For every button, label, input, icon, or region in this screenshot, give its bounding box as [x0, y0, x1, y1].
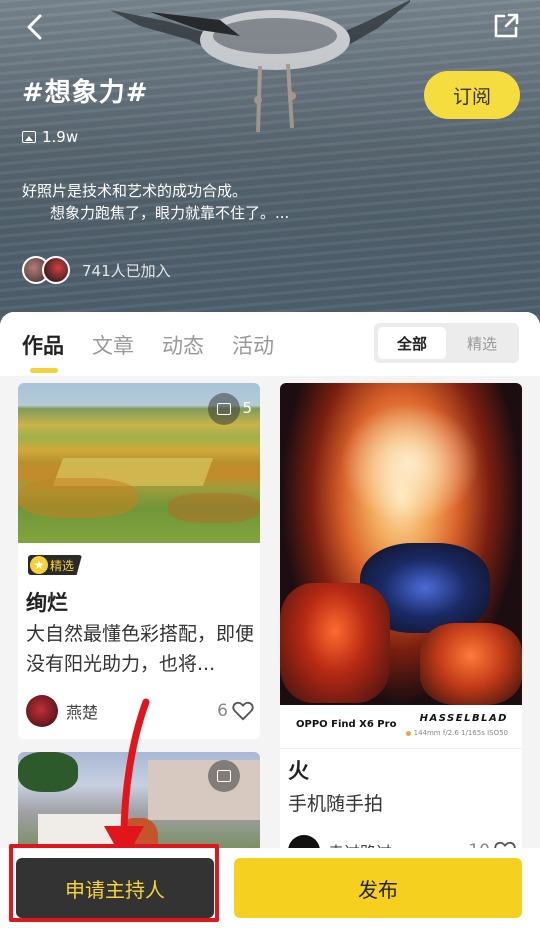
like-count: 6	[217, 701, 228, 721]
members-row[interactable]: 741人已加入	[22, 256, 171, 284]
members-count: 741人已加入	[82, 261, 171, 280]
tab-activity[interactable]: 动态	[162, 330, 204, 360]
post-description: 大自然最懂色彩搭配，即便没有阳光助力，也将...	[26, 623, 255, 675]
description-line-2: 想象力跑焦了，眼力就靠不住了。...	[50, 204, 290, 222]
subscribe-button[interactable]: 订阅	[424, 71, 520, 119]
album-count: 5	[242, 399, 252, 417]
tab-events[interactable]: 活动	[232, 330, 274, 360]
topic-title: #想象力#	[22, 78, 149, 108]
description-line-1: 好照片是技术和艺术的成功合成。	[22, 182, 248, 200]
author-name: 燕楚	[66, 703, 99, 722]
post-card[interactable]: OPPO Find X6 Pro HASSELBLAD 144mm f/2.6 …	[280, 383, 522, 928]
post-title: 火	[288, 759, 309, 783]
back-arrow-icon[interactable]	[18, 10, 52, 44]
post-title: 绚烂	[26, 591, 68, 615]
topic-description[interactable]: 好照片是技术和艺术的成功合成。 想象力跑焦了，眼力就靠不住了。...	[22, 180, 289, 224]
camera-brand: HASSELBLAD	[419, 713, 508, 724]
image-icon	[217, 403, 231, 415]
tab-works[interactable]: 作品	[22, 330, 64, 360]
album-badge	[208, 760, 240, 792]
image-count: 1.9w	[22, 128, 78, 146]
post-image-fire	[280, 383, 522, 705]
hero-shade	[0, 0, 540, 340]
active-tab-indicator	[30, 368, 58, 373]
album-badge	[208, 393, 240, 425]
tab-articles[interactable]: 文章	[92, 330, 134, 360]
member-avatar	[42, 256, 70, 284]
tabs-bar: 作品 文章 动态 活动 全部 精选	[0, 312, 540, 376]
camera-watermark: OPPO Find X6 Pro HASSELBLAD 144mm f/2.6 …	[280, 705, 522, 749]
featured-badge: ★ 精选	[28, 555, 83, 575]
image-icon	[217, 770, 231, 782]
image-count-value: 1.9w	[42, 128, 79, 146]
post-image-meadow: 5	[18, 383, 260, 543]
annotation-highlight-box	[9, 844, 219, 922]
heart-icon	[232, 701, 254, 721]
shot-params: 144mm f/2.6 1/165s ISO50	[405, 729, 508, 737]
topic-hero: #想象力# 订阅 1.9w 好照片是技术和艺术的成功合成。 想象力跑焦了，眼力就…	[0, 0, 540, 340]
star-icon: ★	[30, 556, 48, 574]
share-icon[interactable]	[488, 8, 524, 44]
device-name: OPPO Find X6 Pro	[296, 719, 397, 730]
featured-badge-label: 精选	[50, 558, 75, 573]
post-author[interactable]: 燕楚	[26, 695, 98, 727]
publish-button[interactable]: 发布	[234, 858, 522, 918]
post-card[interactable]: 5 ★ 精选 绚烂 大自然最懂色彩搭配，即便没有阳光助力，也将... 燕楚 6	[18, 383, 260, 739]
image-icon	[22, 131, 36, 143]
shot-params-text: 144mm f/2.6 1/165s ISO50	[413, 729, 508, 737]
post-description: 手机随手拍	[288, 793, 384, 815]
filter-all[interactable]: 全部	[378, 327, 446, 359]
like-button[interactable]: 6	[217, 701, 254, 721]
content-panel: 作品 文章 动态 活动 全部 精选 5 ★ 精选 绚烂 大自然最懂色彩搭配，即便…	[0, 312, 540, 928]
avatar	[26, 695, 58, 727]
filter-segmented-control: 全部 精选	[374, 323, 519, 363]
filter-featured[interactable]: 精选	[448, 327, 516, 359]
watermark-dot	[405, 730, 411, 736]
